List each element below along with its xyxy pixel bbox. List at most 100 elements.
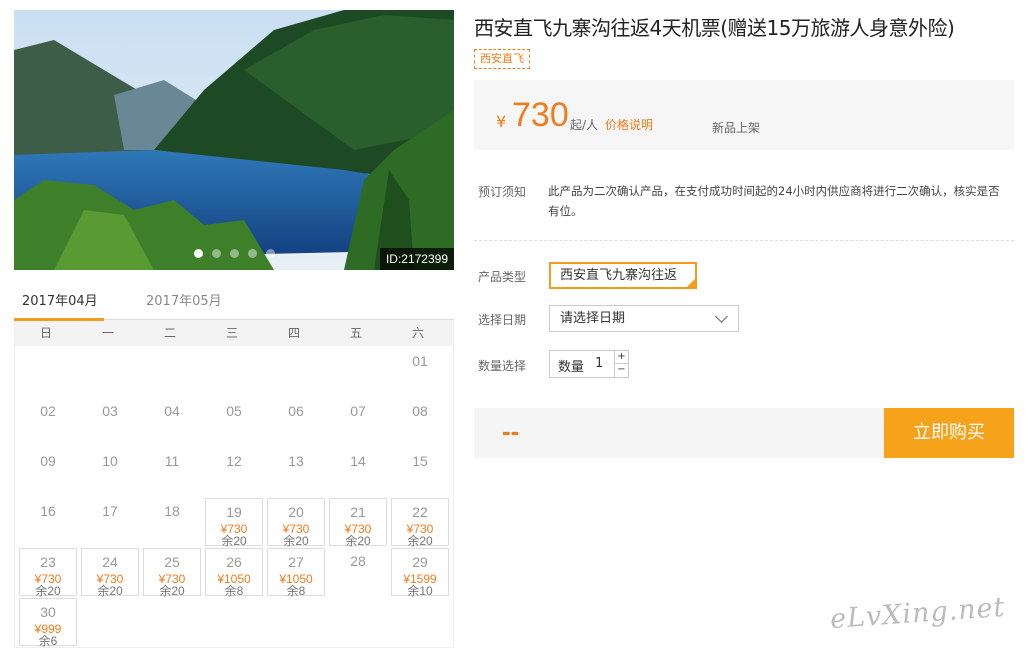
calendar-day-available[interactable]: 21 ¥730 余20 xyxy=(329,498,387,548)
day-number: 20 xyxy=(288,504,304,520)
departure-tag: 西安直飞 xyxy=(474,49,530,69)
calendar-day-available[interactable]: 30 ¥999 余6 xyxy=(19,598,77,648)
product-photo[interactable]: ID:2172399 xyxy=(14,10,454,270)
calendar-day: 06 xyxy=(267,398,325,446)
calendar-day: 28 xyxy=(329,548,387,596)
day-number: 30 xyxy=(40,604,56,620)
price-calendar: 2017年04月 2017年05月 日 一 二 三 四 五 六 01 02 03 04 05 06 07… xyxy=(14,284,454,648)
weekday-label: 四 xyxy=(287,326,300,340)
seats-remaining: 余8 xyxy=(286,584,306,598)
currency-symbol: ¥ xyxy=(496,112,507,131)
booking-notice-text: 此产品为二次确认产品，在支付成功时间起的24小时内供应商将进行二次确认，核实是否… xyxy=(548,184,1000,218)
booking-notice-label: 预订须知 xyxy=(478,185,527,199)
weekday-label: 三 xyxy=(225,326,238,340)
decrement-button[interactable]: − xyxy=(614,364,628,377)
seats-remaining: 余20 xyxy=(407,534,433,548)
calendar-day-available[interactable]: 29 ¥1599 余10 xyxy=(391,548,449,598)
seats-remaining: 余20 xyxy=(159,584,185,598)
product-type-option[interactable]: 西安直飞九寨沟往返 xyxy=(549,262,697,289)
day-number: 29 xyxy=(412,554,428,570)
weekday-label: 二 xyxy=(163,326,176,340)
day-number: 19 xyxy=(226,504,242,520)
calendar-day: 12 xyxy=(205,448,263,496)
watermark: eLvXing.net xyxy=(829,591,1007,636)
date-select[interactable]: 请选择日期 xyxy=(549,305,739,332)
product-type-label: 产品类型 xyxy=(478,270,527,284)
price-panel: ¥ 730 起/人 价格说明 新品上架 xyxy=(474,80,1014,150)
calendar-day-available[interactable]: 19 ¥730 余20 xyxy=(205,498,263,548)
day-number: 08 xyxy=(412,403,428,419)
calendar-day: 10 xyxy=(81,448,139,496)
seats-remaining: 余20 xyxy=(97,584,123,598)
seats-remaining: 余20 xyxy=(35,584,61,598)
calendar-day: 16 xyxy=(19,498,77,546)
day-number: 06 xyxy=(288,403,304,419)
calendar-day: 14 xyxy=(329,448,387,496)
date-select-value: 请选择日期 xyxy=(560,311,626,326)
calendar-day-available[interactable]: 25 ¥730 余20 xyxy=(143,548,201,598)
day-number: 28 xyxy=(350,553,366,569)
tab-month-may[interactable]: 2017年05月 xyxy=(146,290,222,309)
slide-indicator xyxy=(194,249,275,258)
active-tab-indicator xyxy=(14,318,104,321)
price-explanation-link[interactable]: 价格说明 xyxy=(605,116,653,133)
calendar-day: 08 xyxy=(391,398,449,446)
day-number: 26 xyxy=(226,554,242,570)
calendar-day-available[interactable]: 24 ¥730 余20 xyxy=(81,548,139,598)
slide-dot[interactable] xyxy=(230,249,239,258)
calendar-day: 09 xyxy=(19,448,77,496)
day-number: 04 xyxy=(164,403,180,419)
quantity-inner-label: 数量 xyxy=(558,360,585,375)
day-number: 14 xyxy=(350,453,366,469)
calendar-day: 01 xyxy=(391,348,449,396)
starting-price: 730 xyxy=(512,96,569,134)
increment-button[interactable]: + xyxy=(614,351,628,364)
day-number: 02 xyxy=(40,403,56,419)
calendar-day-available[interactable]: 27 ¥1050 余8 xyxy=(267,548,325,598)
buy-now-button[interactable]: 立即购买 xyxy=(884,408,1014,458)
seats-remaining: 余10 xyxy=(407,584,433,598)
day-number: 07 xyxy=(350,403,366,419)
calendar-day: 18 xyxy=(143,498,201,546)
calendar-day-available[interactable]: 20 ¥730 余20 xyxy=(267,498,325,548)
calendar-day: 15 xyxy=(391,448,449,496)
listing-status: 新品上架 xyxy=(712,121,761,135)
slide-dot[interactable] xyxy=(212,249,221,258)
calendar-day: 02 xyxy=(19,398,77,446)
seats-remaining: 余20 xyxy=(283,534,309,548)
total-price: -- xyxy=(502,416,520,446)
slide-dot[interactable] xyxy=(194,249,203,258)
day-number: 13 xyxy=(288,453,304,469)
calendar-day: 04 xyxy=(143,398,201,446)
day-number: 12 xyxy=(226,453,242,469)
calendar-day-available[interactable]: 26 ¥1050 余8 xyxy=(205,548,263,598)
day-number: 23 xyxy=(40,554,56,570)
day-number: 27 xyxy=(288,554,304,570)
divider xyxy=(474,240,1014,241)
slide-dot[interactable] xyxy=(248,249,257,258)
day-number: 09 xyxy=(40,453,56,469)
calendar-day-available[interactable]: 23 ¥730 余20 xyxy=(19,548,77,598)
page: ID:2172399 2017年04月 2017年05月 日一二三四五六 01 0… xyxy=(0,0,1034,650)
day-number: 10 xyxy=(102,453,118,469)
day-number: 01 xyxy=(412,353,428,369)
product-title: 西安直飞九寨沟往返4天机票(赠送15万旅游人身意外险) xyxy=(474,16,955,40)
calendar-grid: 01 02 03 04 05 06 07 08 09 10 11 12 13 14 15 16 17 18 19 ¥7… xyxy=(14,346,454,648)
quantity-stepper: 数量 1 + − xyxy=(549,350,629,378)
weekday-label: 日 xyxy=(39,326,52,340)
tab-month-april[interactable]: 2017年04月 xyxy=(22,290,98,309)
day-number: 21 xyxy=(350,504,366,520)
lake-mountain-image xyxy=(14,10,454,270)
quantity-value[interactable]: 1 xyxy=(595,356,603,371)
day-number: 05 xyxy=(226,403,242,419)
slide-dot[interactable] xyxy=(266,249,275,258)
quantity-label: 数量选择 xyxy=(478,359,527,373)
weekday-label: 五 xyxy=(349,326,362,340)
day-number: 16 xyxy=(40,503,56,519)
date-label: 选择日期 xyxy=(478,313,527,327)
month-tabs: 2017年04月 2017年05月 xyxy=(14,284,454,321)
image-id-label: ID:2172399 xyxy=(379,248,454,270)
calendar-day: 05 xyxy=(205,398,263,446)
day-number: 03 xyxy=(102,403,118,419)
calendar-day-available[interactable]: 22 ¥730 余20 xyxy=(391,498,449,548)
